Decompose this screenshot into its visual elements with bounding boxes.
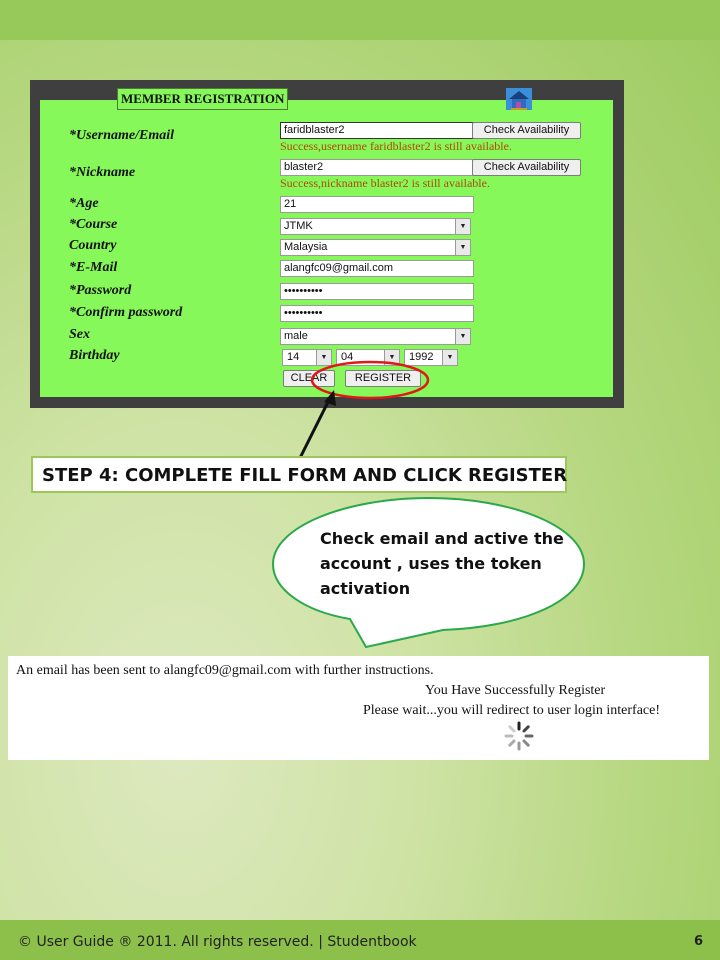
sex-label: Sex xyxy=(69,327,90,342)
nickname-success-message: Success,nickname blaster2 is still avail… xyxy=(280,176,490,190)
birthday-day-value: 14 xyxy=(287,351,300,363)
confirm-password-input[interactable]: •••••••••• xyxy=(280,305,474,322)
username-input[interactable]: faridblaster2 xyxy=(280,122,474,139)
username-label: *Username/Email xyxy=(69,128,175,143)
top-band xyxy=(0,0,720,40)
footer-copyright: © User Guide ® 2011. All rights reserved… xyxy=(18,934,417,950)
nickname-input[interactable]: blaster2 xyxy=(280,159,474,176)
form-title: MEMBER REGISTRATION xyxy=(117,88,289,110)
country-label: Country xyxy=(69,238,117,253)
email-sent-message: An email has been sent to alangfc09@gmai… xyxy=(16,663,434,678)
confirm-password-label: *Confirm password xyxy=(69,305,183,320)
password-label: *Password xyxy=(69,283,132,298)
password-input[interactable]: •••••••••• xyxy=(280,283,474,300)
country-value: Malaysia xyxy=(284,241,328,253)
callout-line-3: activation xyxy=(320,579,411,598)
email-label: *E-Mail xyxy=(69,260,118,275)
chevron-down-icon[interactable]: ▼ xyxy=(455,240,470,255)
chevron-down-icon[interactable]: ▼ xyxy=(455,219,470,234)
callout-text: Check email and active the account , use… xyxy=(320,526,570,601)
redirect-message: Please wait...you will redirect to user … xyxy=(363,703,661,718)
chevron-down-icon[interactable]: ▼ xyxy=(442,350,457,365)
username-success-message: Success,username faridblaster2 is still … xyxy=(280,139,512,153)
country-select[interactable]: Malaysia ▼ xyxy=(280,239,471,256)
age-input[interactable]: 21 xyxy=(280,196,474,213)
home-icon[interactable] xyxy=(506,88,532,110)
page-number: 6 xyxy=(694,934,704,949)
callout-line-1: Check email and active the xyxy=(320,529,564,548)
course-select[interactable]: JTMK ▼ xyxy=(280,218,471,235)
sex-value: male xyxy=(284,330,308,342)
callout-line-2: account , uses the token xyxy=(320,554,542,573)
course-value: JTMK xyxy=(284,220,313,232)
sex-select[interactable]: male ▼ xyxy=(280,328,471,345)
loading-spinner-icon xyxy=(504,721,534,751)
success-message: You Have Successfully Register xyxy=(425,683,606,698)
check-username-button[interactable]: Check Availability xyxy=(472,122,581,139)
birthday-label: Birthday xyxy=(69,348,120,363)
chevron-down-icon[interactable]: ▼ xyxy=(455,329,470,344)
age-label: *Age xyxy=(69,196,99,211)
email-input[interactable]: alangfc09@gmail.com xyxy=(280,260,474,277)
step-caption: STEP 4: COMPLETE FILL FORM AND CLICK REG… xyxy=(31,456,567,493)
check-nickname-button[interactable]: Check Availability xyxy=(472,159,581,176)
pointer-arrow-icon xyxy=(298,390,336,459)
course-label: *Course xyxy=(69,217,118,232)
nickname-label: *Nickname xyxy=(69,165,136,180)
